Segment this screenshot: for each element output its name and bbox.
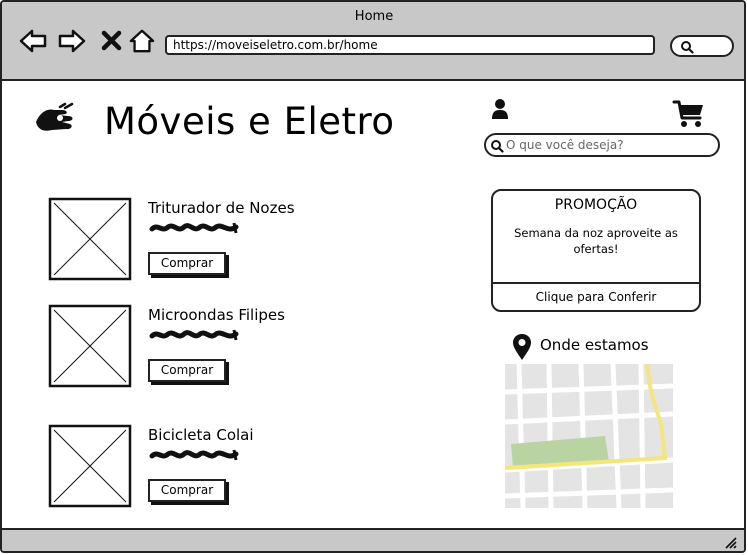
product-item: Microondas Filipes Comprar — [48, 304, 348, 394]
price-scribble — [149, 222, 239, 234]
product-item: Triturador de Nozes Comprar — [48, 197, 348, 287]
promo-divider — [493, 282, 699, 284]
promo-card: PROMOÇÃO Semana da noz aproveite as ofer… — [491, 189, 701, 312]
search-icon — [491, 140, 504, 153]
browser-toolbar: Home https://moveiseletro.com.br/home — [2, 2, 744, 81]
browser-search-field[interactable] — [670, 35, 734, 57]
price-scribble — [149, 329, 239, 341]
site-title: Móveis e Eletro — [104, 100, 395, 143]
search-input[interactable] — [506, 137, 712, 153]
map-pin-icon — [513, 334, 531, 360]
buy-button[interactable]: Comprar — [148, 479, 226, 502]
shopping-cart-icon[interactable] — [672, 98, 706, 130]
close-x-icon[interactable] — [97, 28, 127, 54]
location-title: Onde estamos — [540, 336, 649, 354]
image-placeholder-icon — [48, 424, 132, 508]
image-placeholder-icon — [48, 197, 132, 281]
promo-link[interactable]: Clique para Conferir — [493, 290, 699, 304]
product-name: Microondas Filipes — [148, 306, 285, 324]
buy-button[interactable]: Comprar — [148, 252, 226, 275]
url-bar[interactable]: https://moveiseletro.com.br/home — [165, 35, 655, 55]
hand-sign-icon — [36, 102, 74, 131]
url-text: https://moveiseletro.com.br/home — [173, 38, 378, 52]
buy-button[interactable]: Comprar — [148, 359, 226, 382]
promo-title: PROMOÇÃO — [554, 197, 638, 213]
promo-text: Semana da noz aproveite as ofertas! — [514, 226, 678, 256]
product-name: Bicicleta Colai — [148, 426, 254, 444]
status-bar — [2, 528, 744, 551]
product-name: Triturador de Nozes — [148, 199, 295, 217]
search-icon — [681, 41, 694, 54]
home-icon[interactable] — [127, 28, 157, 54]
forward-arrow-icon[interactable] — [57, 28, 87, 54]
resize-handle-icon[interactable] — [724, 536, 738, 550]
browser-window: Home https://moveiseletro.com.br/home Mó… — [0, 0, 746, 553]
map-image[interactable] — [505, 364, 673, 508]
price-scribble — [149, 449, 239, 461]
window-title: Home — [354, 9, 394, 24]
site-search-field[interactable] — [484, 133, 720, 157]
user-account-icon[interactable] — [491, 98, 509, 120]
image-placeholder-icon — [48, 304, 132, 388]
back-arrow-icon[interactable] — [18, 28, 48, 54]
product-item: Bicicleta Colai Comprar — [48, 424, 348, 514]
